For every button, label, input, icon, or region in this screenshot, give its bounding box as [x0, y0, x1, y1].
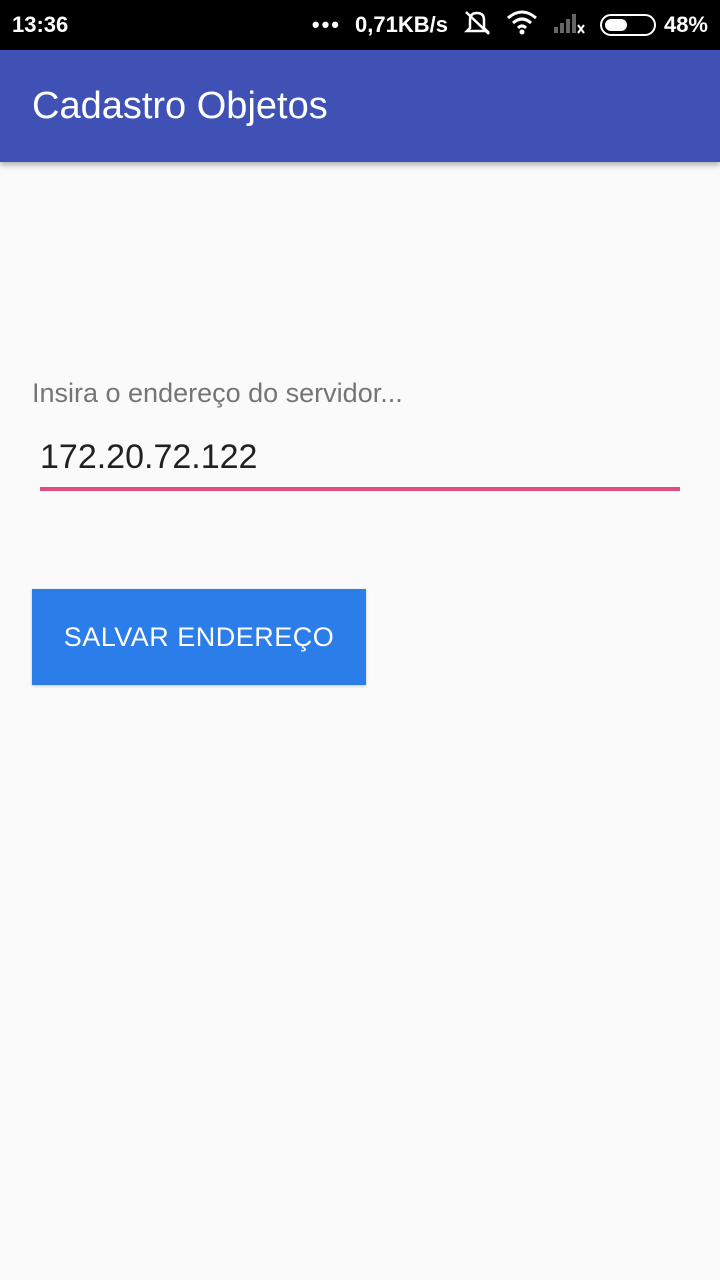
server-address-input[interactable] [40, 438, 680, 477]
status-bar: 13:36 ••• 0,71KB/s 48% [0, 0, 720, 50]
app-title: Cadastro Objetos [32, 84, 328, 127]
wifi-icon [506, 9, 538, 41]
server-field-label: Insira o endereço do servidor... [32, 378, 403, 408]
server-input-underline [40, 487, 680, 491]
battery-fill [604, 19, 628, 31]
more-notifications-icon: ••• [311, 12, 341, 37]
mute-icon [462, 8, 492, 42]
save-address-button[interactable]: SALVAR ENDEREÇO [32, 589, 366, 685]
battery-percent: 48% [663, 12, 708, 37]
network-speed: 0,71KB/s [355, 12, 448, 37]
battery-indicator: 48% [599, 12, 708, 38]
app-bar: Cadastro Objetos [0, 50, 720, 162]
status-time: 13:36 [12, 12, 69, 37]
battery-icon [599, 14, 656, 36]
signal-icon [552, 9, 586, 41]
